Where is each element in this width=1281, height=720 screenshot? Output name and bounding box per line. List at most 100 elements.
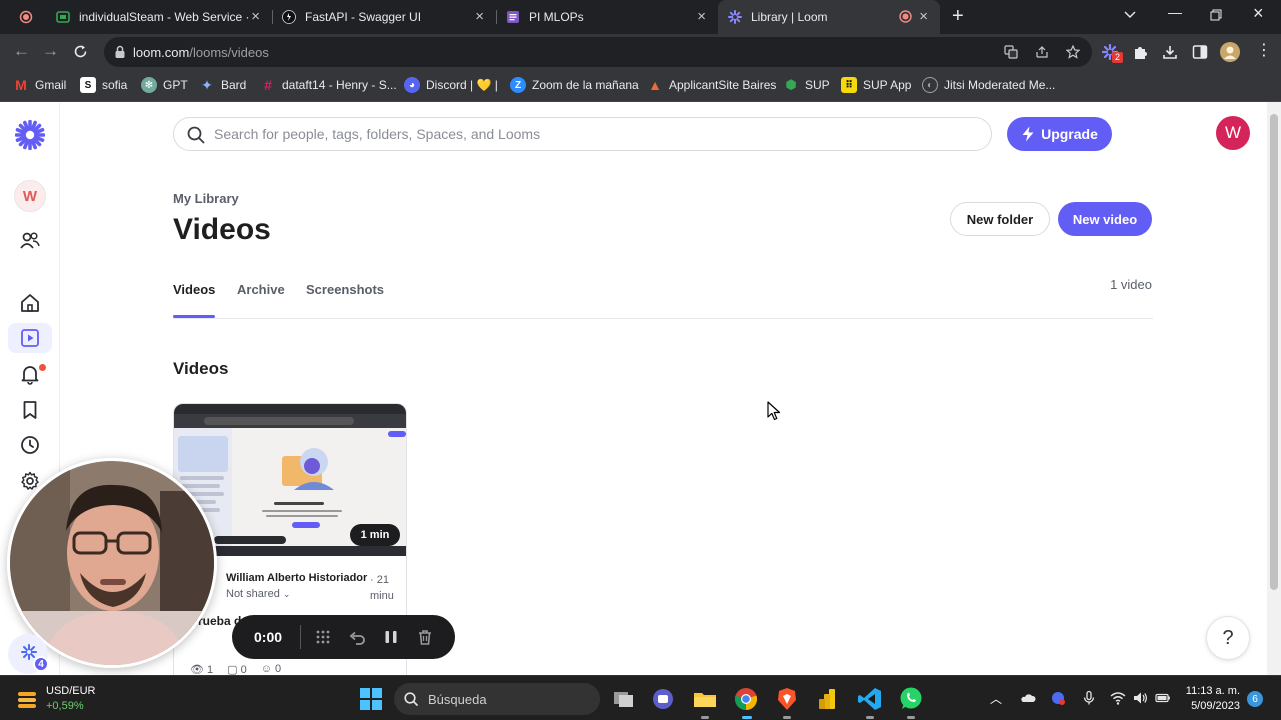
vscode-icon[interactable] [857,686,883,712]
tab-videos[interactable]: Videos [173,282,215,297]
close-icon[interactable]: × [475,9,484,24]
whatsapp-icon[interactable] [898,686,924,712]
bookmark-label: GPT [163,78,188,92]
bookmark-sofia[interactable]: Ssofia [80,77,127,93]
video-owner: William Alberto Historiador [226,572,368,584]
bookmark-bard[interactable]: ✦ Bard [199,77,246,93]
tab-fastapi[interactable]: FastAPI - Swagger UI × [272,0,496,34]
microphone-icon[interactable] [1081,690,1097,706]
share-status[interactable]: Not shared ⌄ [226,588,290,600]
notifications-bell-icon[interactable] [19,363,41,385]
upgrade-label: Upgrade [1041,126,1098,142]
ticker-widget[interactable]: USD/EUR +0,59% [16,684,96,714]
close-window-button[interactable]: × [1253,3,1264,24]
teams-tray-icon[interactable] [1050,690,1066,706]
tab-loom-library[interactable]: Library | Loom × [718,0,940,34]
profile-avatar-icon[interactable] [1220,42,1240,62]
power-bi-icon[interactable] [815,686,841,712]
new-tab-button[interactable]: + [952,6,964,26]
extensions-puzzle-icon[interactable] [1132,44,1148,60]
volume-icon[interactable] [1132,690,1148,706]
bookmark-sup-app[interactable]: ⠿ SUP App [841,77,911,93]
tab-archive[interactable]: Archive [237,282,285,297]
search-input[interactable] [214,118,974,150]
tab-screenshots[interactable]: Screenshots [306,282,384,297]
home-icon[interactable] [19,292,41,314]
pause-icon[interactable] [382,628,400,646]
close-icon[interactable]: × [251,9,260,24]
chrome-icon[interactable] [733,686,759,712]
library-icon[interactable] [19,327,41,349]
upgrade-button[interactable]: Upgrade [1007,117,1112,151]
bookmark-sup[interactable]: ⬢ SUP [783,77,829,93]
close-icon[interactable]: × [697,9,706,24]
trash-icon[interactable] [416,628,434,646]
site-info-icon[interactable] [114,45,126,59]
tab-title: Library | Loom [751,10,828,24]
workspace-avatar[interactable]: W [14,180,46,212]
loom-icon [728,10,742,24]
loom-count-badge: 4 [33,656,49,672]
notification-count-badge[interactable]: 6 [1247,691,1263,707]
share-icon[interactable] [1035,45,1049,59]
bookmark-applicant[interactable]: ▲ ApplicantSite Baires [647,77,776,93]
app-running-indicator [783,716,791,719]
close-icon[interactable]: × [919,9,928,24]
brave-icon[interactable] [774,686,800,712]
page-scrollbar[interactable] [1267,102,1281,675]
file-explorer-icon[interactable] [692,686,718,712]
user-avatar[interactable]: W [1216,116,1250,150]
system-clock[interactable]: 11:13 a. m. 5/09/2023 [1178,684,1240,714]
teams-chat-icon[interactable] [650,686,676,712]
tab-pi-mlops[interactable]: PI MLOPs × [496,0,718,34]
battery-icon[interactable] [1155,690,1171,706]
download-icon[interactable] [1162,44,1178,60]
tab-search-icon[interactable] [1124,10,1136,20]
webcam-feed-image [10,461,214,665]
windows-start-icon[interactable] [360,688,382,710]
video-stats: 👁 1 ▢ 0 ☺ 0 [190,663,281,675]
bookmark-star-icon[interactable] [1066,45,1080,59]
forward-button[interactable]: → [42,42,59,60]
bookmark-slack[interactable]: # dataft14 - Henry - S... [260,77,397,93]
docs-icon [507,11,519,23]
bookmark-jitsi[interactable]: ◐ Jitsi Moderated Me... [922,77,1055,93]
undo-icon[interactable] [348,628,366,646]
reload-icon[interactable] [73,44,88,59]
search-bar[interactable] [173,117,992,151]
taskbar-search[interactable]: Búsqueda [394,683,600,715]
bookmark-gpt[interactable]: ✻ GPT [141,77,188,93]
show-hidden-icons-icon[interactable]: ︿ [990,690,1006,706]
bookmark-icon[interactable] [19,399,41,421]
clock-date: 5/09/2023 [1191,700,1240,712]
applicant-icon: ▲ [648,77,662,93]
bookmark-gmail[interactable]: M Gmail [13,77,66,93]
minimize-button[interactable]: — [1168,4,1182,20]
breadcrumb[interactable]: My Library [173,191,239,206]
scrollbar-thumb[interactable] [1270,114,1278,590]
recording-icon [899,10,912,23]
task-view-icon[interactable] [611,686,637,712]
loom-logo-icon[interactable] [15,120,45,150]
drag-handle-icon[interactable] [314,628,332,646]
bookmark-label: ApplicantSite Baires [669,78,777,92]
wifi-icon[interactable] [1110,690,1126,706]
onedrive-icon[interactable] [1020,690,1036,706]
bookmarks-bar: M Gmail Ssofia ✻ GPT ✦ Bard # dataft14 - Hen… [0,70,1281,102]
tab-individualsteam[interactable]: individualSteam - Web Service · × [46,0,272,34]
chrome-menu-icon[interactable]: ⋮ [1256,43,1272,59]
bookmark-zoom[interactable]: Z Zoom de la mañana [510,77,639,93]
bookmark-discord[interactable]: ◕ Discord | 💛 | [404,77,498,93]
history-clock-icon[interactable] [19,434,41,456]
address-bar[interactable]: loom.com/looms/videos [104,37,1092,67]
bookmark-label: Discord | 💛 | [426,78,498,92]
maximize-button[interactable] [1210,9,1222,21]
new-video-button[interactable]: New video [1058,202,1152,236]
help-button[interactable]: ? [1206,616,1250,660]
sup-app-icon: ⠿ [841,77,857,93]
back-button[interactable]: ← [13,42,30,60]
people-icon[interactable] [19,230,41,252]
new-folder-button[interactable]: New folder [950,202,1050,236]
side-panel-icon[interactable] [1192,44,1208,60]
translate-icon[interactable] [1004,45,1018,59]
